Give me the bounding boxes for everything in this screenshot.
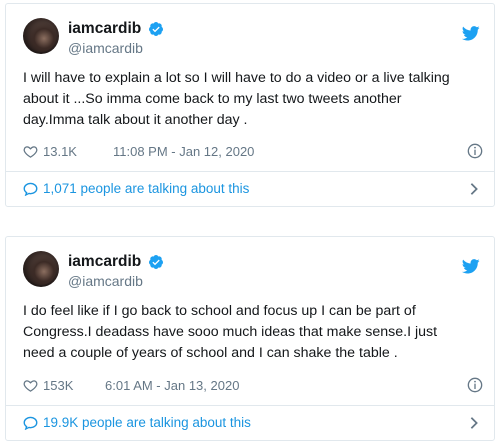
twitter-bird-icon[interactable] bbox=[462, 26, 480, 41]
avatar[interactable] bbox=[23, 251, 59, 287]
talking-count[interactable]: 1,071 people are talking about this bbox=[43, 181, 249, 196]
conversation-link[interactable]: 19.9K people are talking about this bbox=[23, 415, 483, 433]
speech-bubble-icon bbox=[23, 182, 38, 196]
speech-bubble-icon bbox=[23, 416, 38, 430]
author-name[interactable]: iamcardib bbox=[68, 20, 141, 38]
tweet-meta: 13.1K 11:08 PM - Jan 12, 2020 bbox=[23, 143, 483, 162]
verified-badge-icon bbox=[148, 22, 163, 36]
tweet-card[interactable]: iamcardib @iamcardib I do feel like if I… bbox=[5, 236, 495, 441]
tweet-timestamp[interactable]: 11:08 PM - Jan 12, 2020 bbox=[113, 144, 254, 159]
like-count[interactable]: 13.1K bbox=[43, 144, 77, 159]
heart-icon[interactable] bbox=[23, 378, 38, 393]
tweet-card[interactable]: iamcardib @iamcardib I will have to expl… bbox=[5, 3, 495, 207]
tweet-text: I will have to explain a lot so I will h… bbox=[23, 70, 450, 128]
info-icon[interactable] bbox=[467, 377, 483, 393]
like-count[interactable]: 153K bbox=[43, 378, 73, 393]
heart-icon[interactable] bbox=[23, 144, 38, 159]
info-icon[interactable] bbox=[467, 143, 483, 159]
tweet-header: iamcardib @iamcardib bbox=[23, 18, 483, 62]
chevron-right-icon[interactable] bbox=[469, 182, 479, 196]
tweet-meta: 153K 6:01 AM - Jan 13, 2020 bbox=[23, 377, 483, 396]
conversation-link[interactable]: 1,071 people are talking about this bbox=[23, 181, 483, 199]
talking-count[interactable]: 19.9K people are talking about this bbox=[43, 415, 251, 430]
divider bbox=[6, 405, 494, 406]
tweet-header: iamcardib @iamcardib bbox=[23, 251, 483, 295]
author-name[interactable]: iamcardib bbox=[68, 253, 141, 271]
avatar[interactable] bbox=[23, 18, 59, 54]
divider bbox=[6, 171, 494, 172]
tweet-text: I do feel like if I go back to school an… bbox=[23, 303, 438, 361]
verified-badge-icon bbox=[148, 255, 163, 269]
author-handle[interactable]: @iamcardib bbox=[68, 40, 143, 56]
twitter-bird-icon[interactable] bbox=[462, 259, 480, 274]
author-handle[interactable]: @iamcardib bbox=[68, 273, 143, 289]
chevron-right-icon[interactable] bbox=[469, 416, 479, 430]
tweet-timestamp[interactable]: 6:01 AM - Jan 13, 2020 bbox=[105, 378, 239, 393]
